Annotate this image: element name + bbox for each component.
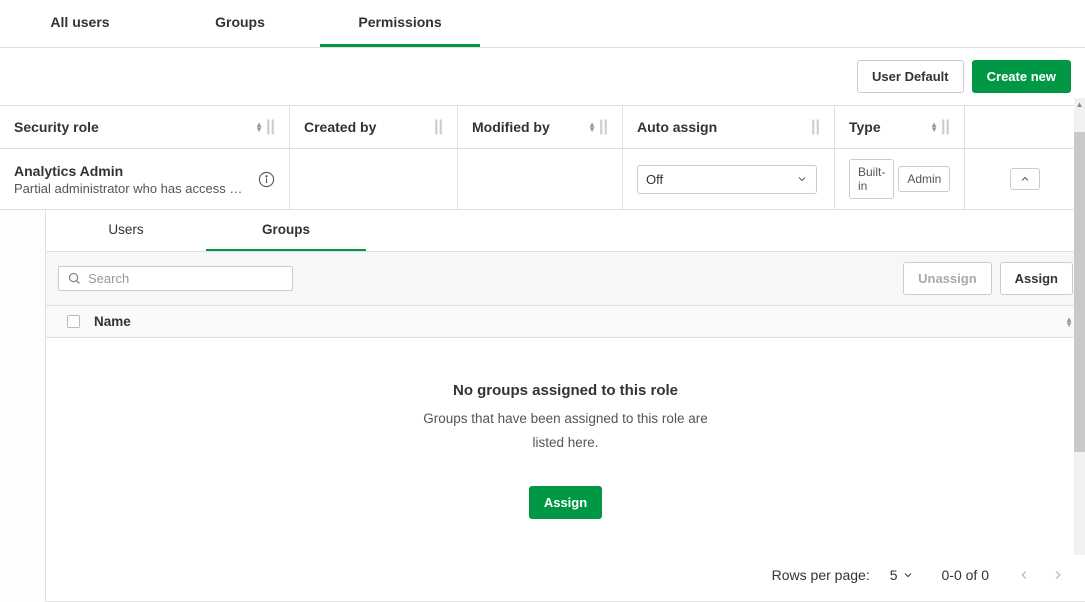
chevron-up-icon <box>1019 173 1031 185</box>
tab-all-users[interactable]: All users <box>0 0 160 47</box>
col-created-by-label: Created by <box>304 119 376 135</box>
vertical-scrollbar[interactable]: ▲ <box>1074 98 1085 555</box>
sort-icon: ▲▼ <box>588 122 596 132</box>
detail-toolbar: Unassign Assign <box>46 252 1085 306</box>
column-divider-icon: || <box>811 118 820 136</box>
role-description: Partial administrator who has access t… <box>14 181 244 196</box>
col-security-role-label: Security role <box>14 119 99 135</box>
col-type[interactable]: Type ▲▼ || <box>835 106 965 148</box>
chevron-down-icon <box>796 173 808 185</box>
col-expander <box>965 106 1085 148</box>
column-divider-icon: || <box>266 118 275 136</box>
auto-assign-cell: Off <box>623 149 835 209</box>
column-divider-icon: || <box>434 118 443 136</box>
page-size-select[interactable]: 5 <box>890 567 914 583</box>
col-created-by[interactable]: Created by || <box>290 106 458 148</box>
subtab-users[interactable]: Users <box>46 210 206 251</box>
col-modified-by-label: Modified by <box>472 119 550 135</box>
auto-assign-value: Off <box>646 172 663 187</box>
prev-page-button[interactable] <box>1017 568 1031 582</box>
select-all-checkbox[interactable] <box>58 315 88 328</box>
search-field-wrap <box>58 266 293 291</box>
expand-cell <box>965 149 1085 209</box>
rows-per-page-label: Rows per page: <box>772 567 870 583</box>
detail-tabs: Users Groups <box>46 210 1085 252</box>
page-size-control: Rows per page: 5 <box>772 567 914 583</box>
col-auto-assign[interactable]: Auto assign || <box>623 106 835 148</box>
role-row[interactable]: Analytics Admin Partial administrator wh… <box>0 149 1085 210</box>
detail-indent <box>0 210 46 602</box>
tab-permissions[interactable]: Permissions <box>320 0 480 47</box>
action-bar: User Default Create new <box>0 48 1085 106</box>
auto-assign-select[interactable]: Off <box>637 165 817 194</box>
collapse-button[interactable] <box>1010 168 1040 190</box>
detail-body: Users Groups Unassign Assign Name ▲▼ <box>46 210 1085 602</box>
page-nav <box>1017 568 1065 582</box>
assign-button[interactable]: Assign <box>1000 262 1073 295</box>
col-modified-by[interactable]: Modified by ▲▼ || <box>458 106 623 148</box>
type-cell: Built-in Admin <box>835 149 965 209</box>
top-tabs: All users Groups Permissions <box>0 0 1085 48</box>
type-tag: Admin <box>898 166 950 192</box>
search-icon <box>67 271 82 286</box>
created-by-cell <box>290 149 458 209</box>
column-divider-icon: || <box>599 118 608 136</box>
empty-groups-state: No groups assigned to this role Groups t… <box>46 338 1085 549</box>
groups-grid-header: Name ▲▼ <box>46 306 1085 338</box>
sort-icon: ▲▼ <box>1065 317 1073 327</box>
col-security-role[interactable]: Security role ▲▼ || <box>0 106 290 148</box>
type-tag: Built-in <box>849 159 894 199</box>
page-size-value: 5 <box>890 567 898 583</box>
sort-icon: ▲▼ <box>930 122 938 132</box>
unassign-button[interactable]: Unassign <box>903 262 992 295</box>
empty-assign-button[interactable]: Assign <box>529 486 602 519</box>
role-name: Analytics Admin <box>14 163 258 179</box>
col-name[interactable]: Name <box>88 314 1065 329</box>
col-type-label: Type <box>849 119 881 135</box>
next-page-button[interactable] <box>1051 568 1065 582</box>
modified-by-cell <box>458 149 623 209</box>
create-new-button[interactable]: Create new <box>972 60 1071 93</box>
subtab-groups[interactable]: Groups <box>206 210 366 251</box>
page-range: 0-0 of 0 <box>942 567 989 583</box>
pagination: Rows per page: 5 0-0 of 0 <box>46 549 1085 601</box>
tab-groups[interactable]: Groups <box>160 0 320 47</box>
sort-icon: ▲▼ <box>255 122 263 132</box>
column-divider-icon: || <box>941 118 950 136</box>
chevron-down-icon <box>902 569 914 581</box>
roles-grid-header: Security role ▲▼ || Created by || Modifi… <box>0 106 1085 149</box>
empty-title: No groups assigned to this role <box>66 382 1065 399</box>
scroll-up-icon: ▲ <box>1074 98 1085 110</box>
role-cell: Analytics Admin Partial administrator wh… <box>0 149 290 209</box>
role-detail-panel: Users Groups Unassign Assign Name ▲▼ <box>0 210 1085 602</box>
user-default-button[interactable]: User Default <box>857 60 964 93</box>
empty-desc-line: listed here. <box>66 433 1065 453</box>
info-icon[interactable] <box>258 171 275 188</box>
col-auto-assign-label: Auto assign <box>637 119 717 135</box>
scrollbar-thumb[interactable] <box>1074 132 1085 452</box>
search-input[interactable] <box>88 271 284 286</box>
empty-desc-line: Groups that have been assigned to this r… <box>66 409 1065 429</box>
